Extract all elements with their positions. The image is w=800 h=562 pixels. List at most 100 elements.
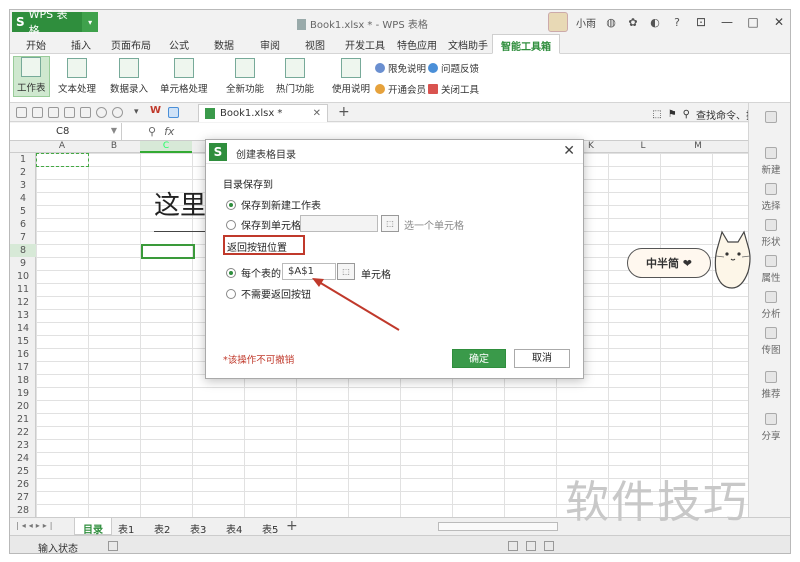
- cell-process-button[interactable]: 单元格处理: [160, 58, 208, 95]
- close-tab-icon[interactable]: ✕: [313, 108, 321, 119]
- tab-special[interactable]: 特色应用: [397, 37, 437, 52]
- row-header[interactable]: 14: [10, 322, 36, 335]
- row-header[interactable]: 23: [10, 439, 36, 452]
- row-header[interactable]: 13: [10, 309, 36, 322]
- row-header[interactable]: 15: [10, 335, 36, 348]
- no-back-button-radio[interactable]: 不需要返回按钮: [226, 286, 311, 301]
- settings-icon[interactable]: ✿: [626, 16, 640, 29]
- horizontal-scrollbar[interactable]: [438, 522, 558, 531]
- zoom-search-icon[interactable]: ⚲: [148, 125, 156, 138]
- sheet-tab[interactable]: 表3: [182, 518, 214, 536]
- col-header[interactable]: C: [140, 141, 192, 153]
- back-cell-input[interactable]: $A$1: [282, 263, 336, 280]
- print-icon[interactable]: [64, 107, 75, 118]
- col-header[interactable]: L: [617, 141, 669, 151]
- save-cell-input[interactable]: [300, 215, 378, 232]
- page-break-view-icon[interactable]: [544, 541, 554, 551]
- cancel-button[interactable]: 取消: [514, 349, 570, 368]
- row-header[interactable]: 11: [10, 283, 36, 296]
- app-menu-arrow-icon[interactable]: ▾: [82, 12, 98, 32]
- sheet-tab[interactable]: 表4: [218, 518, 250, 536]
- row-header[interactable]: 3: [10, 179, 36, 192]
- new-file-icon[interactable]: [16, 107, 27, 118]
- tab-document[interactable]: Book1.xlsx * ✕: [198, 104, 328, 122]
- tab-insert[interactable]: 插入: [71, 37, 91, 52]
- row-header[interactable]: 22: [10, 426, 36, 439]
- hot-features-button[interactable]: 热门功能: [276, 58, 314, 95]
- wps-w-icon[interactable]: W: [150, 105, 161, 116]
- active-cell-c8[interactable]: [141, 244, 195, 259]
- cell-picker-icon[interactable]: ⬚: [337, 263, 355, 280]
- user-name[interactable]: 小雨: [576, 15, 596, 30]
- free-limit-link[interactable]: 限免说明: [375, 61, 426, 75]
- row-header[interactable]: 5: [10, 205, 36, 218]
- tab-developer[interactable]: 开发工具: [345, 37, 385, 52]
- tab-home[interactable]: 开始: [26, 37, 46, 52]
- app-menu-button[interactable]: S WPS 表格 ▾: [12, 10, 98, 37]
- preview-icon[interactable]: [80, 107, 91, 118]
- text-process-button[interactable]: 文本处理: [58, 58, 96, 95]
- chevron-down-icon[interactable]: ▼: [111, 126, 117, 135]
- data-entry-button[interactable]: 数据录入: [110, 58, 148, 95]
- pane-analysis[interactable]: 分析: [749, 291, 790, 320]
- help-icon[interactable]: ?: [670, 16, 684, 29]
- minimize-button[interactable]: —: [718, 15, 736, 29]
- add-sheet-button[interactable]: +: [286, 518, 298, 534]
- redo-icon[interactable]: [112, 107, 123, 118]
- worksheet-button[interactable]: 工作表: [13, 56, 50, 97]
- row-header[interactable]: 27: [10, 491, 36, 504]
- tab-formulas[interactable]: 公式: [169, 37, 189, 52]
- export-icon[interactable]: [48, 107, 59, 118]
- cube-icon[interactable]: [168, 107, 179, 118]
- row-header[interactable]: 25: [10, 465, 36, 478]
- tab-review[interactable]: 审阅: [260, 37, 280, 52]
- save-icon[interactable]: [32, 107, 43, 118]
- row-header[interactable]: 7: [10, 231, 36, 244]
- row-header[interactable]: 20: [10, 400, 36, 413]
- normal-view-icon[interactable]: [508, 541, 518, 551]
- pane-new[interactable]: 新建: [749, 147, 790, 176]
- skin-icon[interactable]: ◍: [604, 16, 618, 29]
- close-tool-link[interactable]: 关闭工具: [428, 82, 479, 96]
- tab-smart-toolbox[interactable]: 智能工具箱: [492, 34, 560, 54]
- tab-data[interactable]: 数据: [214, 37, 234, 52]
- close-button[interactable]: ✕: [770, 15, 788, 29]
- tab-doc-assistant[interactable]: 文档助手: [448, 37, 488, 52]
- each-sheet-radio[interactable]: 每个表的: [226, 265, 281, 280]
- pane-shape[interactable]: 形状: [749, 219, 790, 248]
- share-icon[interactable]: ◐: [648, 16, 662, 29]
- row-header[interactable]: 26: [10, 478, 36, 491]
- row-header[interactable]: 9: [10, 257, 36, 270]
- row-header[interactable]: 17: [10, 361, 36, 374]
- pane-recommend[interactable]: 推荐: [749, 371, 790, 400]
- sheet-tab[interactable]: 表5: [254, 518, 286, 536]
- new-tab-button[interactable]: +: [338, 104, 350, 120]
- confirm-button[interactable]: 确定: [452, 349, 506, 368]
- macro-icon[interactable]: [108, 541, 118, 551]
- tab-page-layout[interactable]: 页面布局: [111, 37, 151, 52]
- row-header[interactable]: 2: [10, 166, 36, 179]
- close-icon[interactable]: ✕: [563, 143, 575, 159]
- page-layout-view-icon[interactable]: [526, 541, 536, 551]
- row-header[interactable]: 1: [10, 153, 36, 166]
- row-header[interactable]: 24: [10, 452, 36, 465]
- row-header[interactable]: 8: [10, 244, 36, 257]
- row-header[interactable]: 4: [10, 192, 36, 205]
- save-to-new-sheet-radio[interactable]: 保存到新建工作表: [226, 197, 321, 212]
- maximize-button[interactable]: □: [744, 15, 762, 29]
- customize-dropdown-icon[interactable]: ▾: [134, 107, 145, 118]
- col-header[interactable]: M: [672, 141, 724, 151]
- row-header[interactable]: 18: [10, 374, 36, 387]
- cell-picker-icon[interactable]: ⬚: [381, 215, 399, 232]
- sheet-tab[interactable]: 表1: [110, 518, 142, 536]
- row-header[interactable]: 19: [10, 387, 36, 400]
- pin-icon[interactable]: ⬚: [652, 109, 661, 120]
- row-header[interactable]: 12: [10, 296, 36, 309]
- pane-properties[interactable]: 属性: [749, 255, 790, 284]
- avatar[interactable]: [548, 12, 568, 32]
- sheet-tab-toc[interactable]: 目录: [74, 518, 112, 536]
- restore-ribbon-icon[interactable]: ⊡: [692, 15, 710, 29]
- row-header[interactable]: 6: [10, 218, 36, 231]
- col-header[interactable]: A: [36, 141, 88, 151]
- tab-view[interactable]: 视图: [305, 37, 325, 52]
